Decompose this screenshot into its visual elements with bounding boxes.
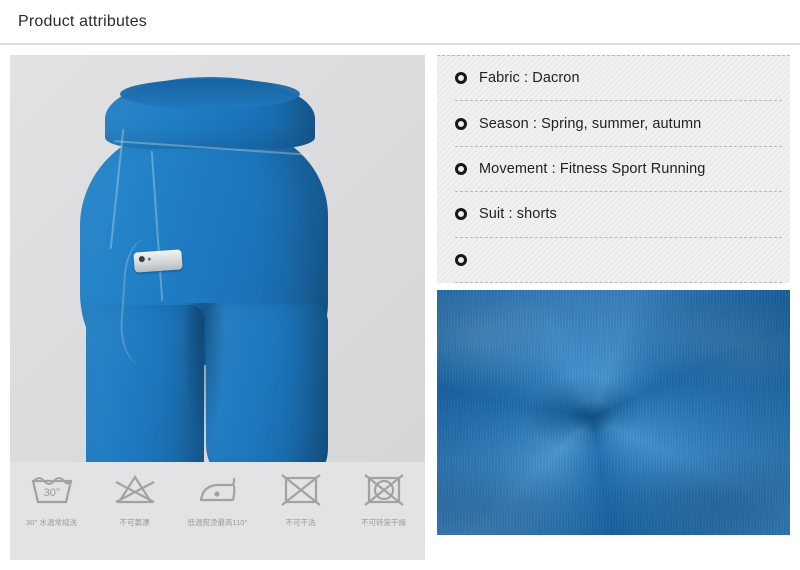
low-iron-icon	[195, 468, 241, 510]
care-item-wash: 30° 30° 水温常规洗	[15, 468, 89, 527]
no-tumble-dry-icon	[361, 468, 407, 510]
care-label-wash: 30° 水温常规洗	[26, 517, 77, 527]
no-bleach-icon	[112, 468, 158, 510]
ring-bullet-icon	[455, 72, 467, 85]
no-dry-clean-icon	[278, 468, 324, 510]
attribute-text-movement: Movement : Fitness Sport Running	[479, 161, 706, 178]
care-label-bleach: 不可氯漂	[119, 517, 150, 527]
page-title: Product attributes	[18, 12, 147, 30]
ring-bullet-icon	[455, 117, 467, 130]
ring-bullet-icon	[455, 208, 467, 221]
attribute-text-fabric: Fabric : Dacron	[479, 70, 580, 87]
left-column: 30° 30° 水温常规洗 不可氯漂 低温熨烫最高110° 不可干洗 不可转笼干…	[10, 55, 425, 560]
care-item-bleach: 不可氯漂	[98, 468, 172, 527]
care-instruction-strip: 30° 30° 水温常规洗 不可氯漂 低温熨烫最高110° 不可干洗 不可转笼干…	[10, 461, 425, 560]
attribute-row-empty	[455, 238, 782, 284]
care-label-iron: 低温熨烫最高110°	[187, 517, 248, 527]
ring-bullet-icon	[455, 163, 467, 176]
attribute-row-suit: Suit : shorts	[455, 192, 782, 238]
attribute-row-fabric: Fabric : Dacron	[455, 56, 782, 102]
attribute-list: Fabric : Dacron Season : Spring, summer,…	[437, 55, 790, 284]
shorts-illustration	[10, 55, 425, 462]
wash-tub-30-icon: 30°	[29, 468, 75, 510]
ring-bullet-icon	[455, 253, 467, 266]
right-column: Fabric : Dacron Season : Spring, summer,…	[437, 55, 790, 560]
attribute-text-suit: Suit : shorts	[479, 206, 557, 223]
page-header: Product attributes	[0, 0, 800, 45]
care-item-dry-clean: 不可干洗	[264, 468, 338, 527]
care-label-tumble-dry: 不可转笼干燥	[361, 517, 406, 527]
content-area: 30° 30° 水温常规洗 不可氯漂 低温熨烫最高110° 不可干洗 不可转笼干…	[0, 45, 800, 570]
smartphone-icon	[133, 249, 183, 273]
care-item-iron: 低温熨烫最高110°	[181, 468, 255, 527]
fabric-fold-highlights	[437, 290, 790, 535]
attribute-row-season: Season : Spring, summer, autumn	[455, 101, 782, 147]
attribute-text-season: Season : Spring, summer, autumn	[479, 115, 702, 132]
attribute-row-movement: Movement : Fitness Sport Running	[455, 147, 782, 193]
wash-temp-text: 30°	[43, 487, 60, 499]
care-item-tumble-dry: 不可转笼干燥	[347, 468, 421, 527]
fabric-swatch-image[interactable]	[437, 290, 790, 535]
care-label-dry-clean: 不可干洗	[285, 517, 316, 527]
shorts-waistband-opening	[120, 79, 300, 109]
product-image[interactable]	[10, 55, 425, 462]
